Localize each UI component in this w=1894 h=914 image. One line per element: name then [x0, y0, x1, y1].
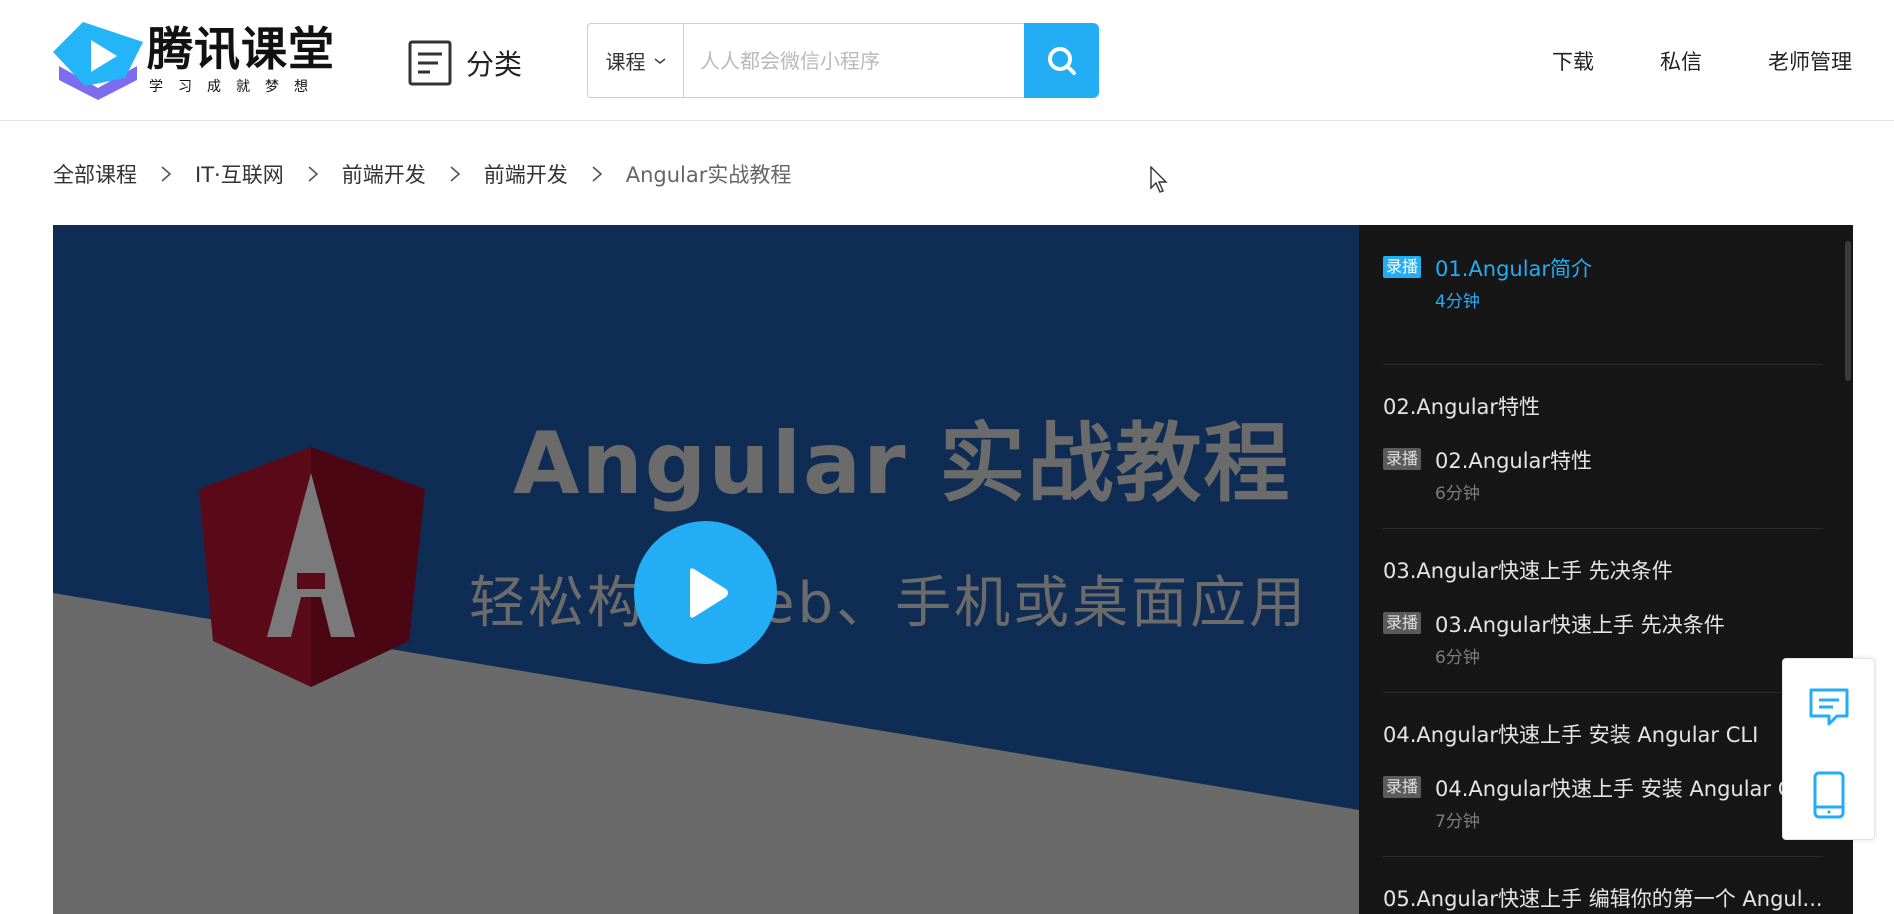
search-bar: 课程	[587, 23, 1112, 98]
recorded-badge: 录播	[1383, 256, 1422, 278]
chapter-title[interactable]: 02.Angular特性	[1383, 391, 1540, 421]
playlist-section: 05.Angular快速上手 编辑你的第一个 Angul...	[1383, 857, 1823, 914]
chapter-title[interactable]: 03.Angular快速上手 先决条件	[1383, 555, 1673, 585]
search-type-select[interactable]: 课程	[587, 23, 683, 98]
video-player[interactable]: Angular 实战教程 轻松构建Web、手机或桌面应用	[53, 225, 1359, 914]
logo[interactable]: 腾讯课堂 学习成就梦想	[53, 22, 334, 100]
video-subtitle: 轻松构建Web、手机或桌面应用	[469, 571, 1309, 636]
search-button[interactable]	[1024, 23, 1099, 98]
search-input[interactable]	[683, 23, 1025, 98]
lesson-title: 02.Angular特性	[1435, 449, 1593, 473]
playlist-section: 04.Angular快速上手 安装 Angular CLI 录播 04.Angu…	[1383, 693, 1823, 857]
lesson-duration: 7分钟	[1435, 812, 1480, 832]
lesson-duration: 6分钟	[1435, 648, 1480, 668]
chapter-title[interactable]: 05.Angular快速上手 编辑你的第一个 Angul...	[1383, 883, 1823, 913]
category-icon	[408, 40, 452, 86]
search-icon	[1047, 46, 1076, 75]
chevron-right-icon	[450, 166, 460, 182]
message-icon[interactable]	[1807, 684, 1851, 732]
top-header: 腾讯课堂 学习成就梦想 分类 课程 下载 私信 老师管理	[0, 0, 1894, 121]
video-title: Angular 实战教程	[513, 414, 1292, 514]
logo-subtitle: 学习成就梦想	[149, 79, 323, 95]
lesson-title: 01.Angular简介	[1435, 257, 1593, 281]
chevron-right-icon	[161, 166, 172, 182]
playlist-section: 02.Angular特性 录播 02.Angular特性 6分钟	[1383, 365, 1823, 529]
playlist-section: 03.Angular快速上手 先决条件 录播 03.Angular快速上手 先决…	[1383, 529, 1823, 693]
playlist-section: 录播 01.Angular简介 4分钟	[1383, 253, 1823, 365]
top-nav: 下载 私信 老师管理	[1486, 46, 1852, 76]
lesson-title: 03.Angular快速上手 先决条件	[1435, 613, 1725, 637]
recorded-badge: 录播	[1383, 612, 1422, 634]
breadcrumb-frontend-sub[interactable]: 前端开发	[484, 159, 568, 189]
nav-download[interactable]: 下载	[1552, 46, 1594, 76]
breadcrumb-all-courses[interactable]: 全部课程	[53, 159, 137, 189]
cursor-icon	[1150, 166, 1168, 193]
lesson-duration: 4分钟	[1435, 292, 1480, 312]
floating-toolbar	[1782, 658, 1875, 840]
logo-title: 腾讯课堂	[147, 22, 335, 76]
course-playlist: 录播 01.Angular简介 4分钟 02.Angular特性 录播 02.A…	[1359, 225, 1853, 914]
playlist-scrollbar[interactable]	[1845, 241, 1851, 381]
play-icon	[689, 567, 728, 618]
breadcrumb-current: Angular实战教程	[625, 163, 792, 187]
chevron-right-icon	[592, 166, 602, 182]
breadcrumb-it[interactable]: IT·互联网	[195, 159, 284, 189]
logo-icon	[53, 22, 143, 100]
play-button[interactable]	[634, 521, 777, 664]
recorded-badge: 录播	[1383, 776, 1422, 798]
nav-messages[interactable]: 私信	[1660, 46, 1702, 76]
category-menu[interactable]: 分类	[408, 40, 522, 86]
lesson-duration: 6分钟	[1435, 484, 1480, 504]
chapter-title[interactable]: 04.Angular快速上手 安装 Angular CLI	[1383, 719, 1758, 749]
recorded-badge: 录播	[1383, 448, 1422, 470]
chevron-down-icon	[654, 57, 665, 64]
chevron-right-icon	[308, 166, 318, 182]
lesson-title: 04.Angular快速上手 安装 Angular C	[1435, 777, 1793, 801]
breadcrumb-frontend[interactable]: 前端开发	[342, 159, 426, 189]
mobile-icon[interactable]	[1807, 771, 1851, 819]
nav-teacher-admin[interactable]: 老师管理	[1768, 46, 1852, 76]
breadcrumb: 全部课程 IT·互联网 前端开发 前端开发 Angular实战教程	[53, 160, 791, 188]
search-type-label: 课程	[605, 50, 646, 74]
category-label: 分类	[466, 48, 523, 81]
